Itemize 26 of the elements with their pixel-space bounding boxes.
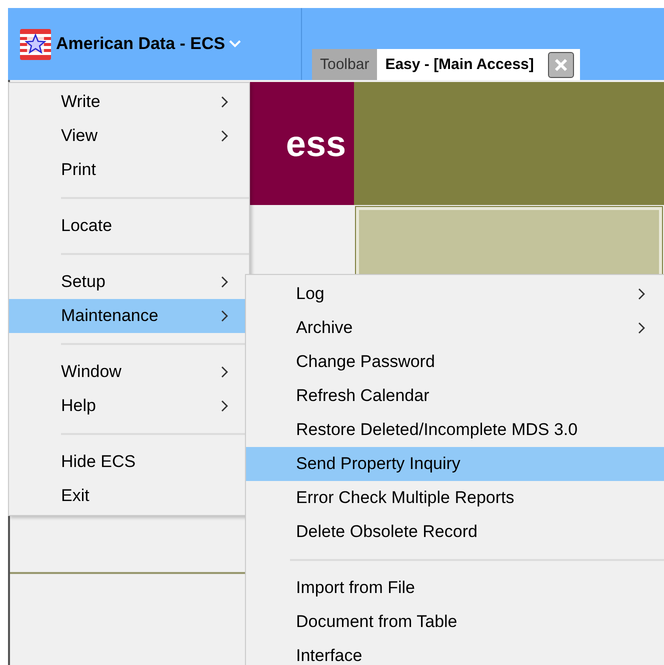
menu-item[interactable]: Interface xyxy=(246,639,664,665)
menu-item[interactable]: Error Check Multiple Reports xyxy=(246,481,664,515)
tab[interactable]: Easy - [Main Access] xyxy=(377,49,580,80)
menu-item[interactable]: Hide ECS xyxy=(9,445,249,479)
menu-item[interactable]: Setup xyxy=(9,265,249,299)
menu-item[interactable]: Send Property Inquiry xyxy=(246,447,664,481)
menu-item[interactable]: Import from File xyxy=(246,571,664,605)
menu-item[interactable]: Delete Obsolete Record xyxy=(246,515,664,549)
menu-item[interactable]: Log xyxy=(246,277,664,311)
menu-item[interactable]: Restore Deleted/Incomplete MDS 3.0 xyxy=(246,413,664,447)
flag-icon xyxy=(19,28,52,60)
menu-item[interactable]: Locate xyxy=(9,209,249,243)
tab[interactable]: Toolbar xyxy=(312,49,378,80)
menu-item[interactable]: Print xyxy=(9,153,249,187)
menu-item[interactable]: Change Password xyxy=(246,345,664,379)
menu-item[interactable]: Archive xyxy=(246,311,664,345)
menu-item[interactable]: Window xyxy=(9,355,249,389)
close-icon[interactable] xyxy=(548,52,574,78)
banner-text: ess xyxy=(286,122,347,164)
menu-item[interactable]: View xyxy=(9,119,249,153)
menu-item[interactable]: Help xyxy=(9,389,249,423)
app-title: American Data - ECS xyxy=(56,34,226,54)
menu-item[interactable]: Document from Table xyxy=(246,605,664,639)
menu-item[interactable]: Exit xyxy=(9,479,249,513)
menu-item[interactable]: Write xyxy=(9,85,249,119)
menu-item[interactable]: Refresh Calendar xyxy=(246,379,664,413)
